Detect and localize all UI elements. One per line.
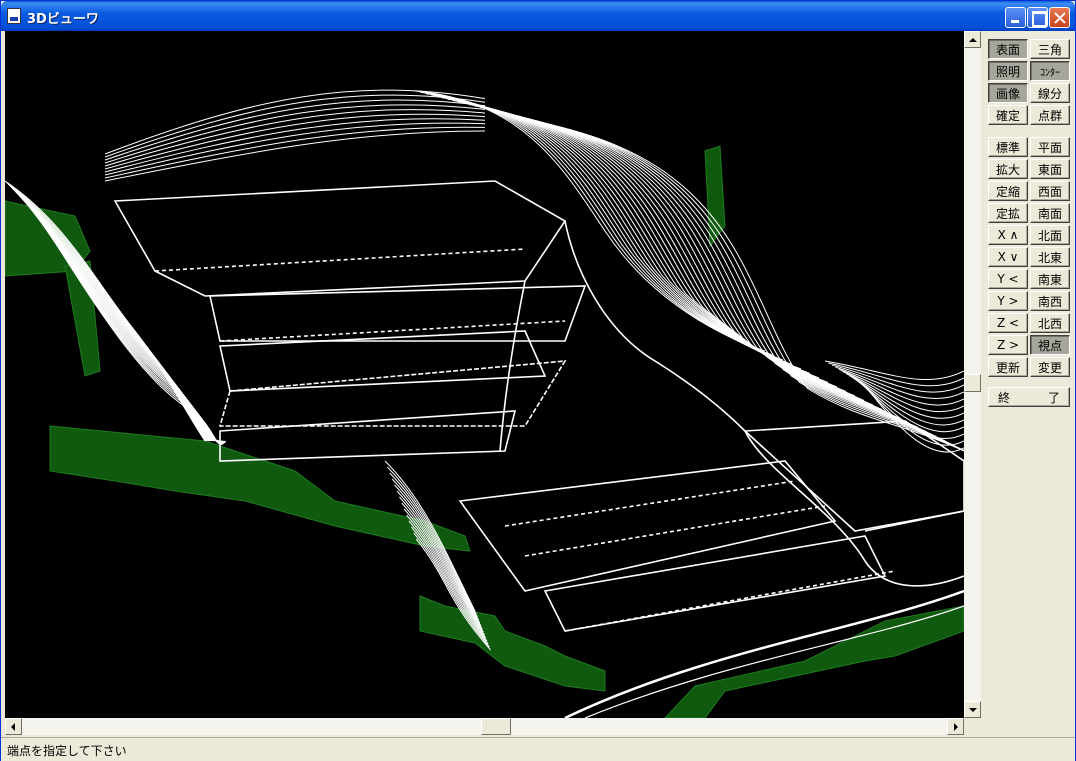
contour-line	[452, 99, 829, 383]
scroll-right-button[interactable]	[947, 718, 964, 735]
contour-line	[104, 122, 486, 176]
contour-line	[495, 110, 901, 419]
east-button[interactable]: 東面	[1030, 159, 1070, 179]
contour-line	[436, 95, 802, 370]
contour-line	[104, 94, 486, 158]
horizontal-scrollbar[interactable]	[5, 718, 964, 735]
z-right-button[interactable]: Z >	[988, 335, 1028, 355]
viewpoint-button[interactable]: 視点	[1030, 335, 1070, 355]
arrow-right-icon	[954, 723, 962, 731]
fixed-enlarge-button[interactable]: 定拡	[988, 203, 1028, 223]
exit-button[interactable]: 終了	[988, 387, 1070, 407]
y-left-button[interactable]: Y <	[988, 269, 1028, 289]
contour-line	[458, 101, 838, 388]
arrow-down-icon	[969, 708, 977, 716]
point-cloud-button[interactable]: 点群	[1030, 105, 1070, 125]
confirm-button[interactable]: 確定	[988, 105, 1028, 125]
contour-line	[831, 364, 964, 393]
northeast-button[interactable]: 北東	[1030, 247, 1070, 267]
app-icon[interactable]	[7, 8, 21, 24]
triangle-button[interactable]: 三角	[1030, 39, 1070, 59]
horizontal-scroll-thumb[interactable]	[481, 718, 511, 735]
scroll-down-button[interactable]	[964, 701, 981, 718]
segment-button[interactable]: 線分	[1030, 83, 1070, 103]
window-title: 3Dビューワ	[27, 12, 99, 27]
exit-label-left: 終	[998, 390, 1011, 405]
x-down-button[interactable]: X ∨	[988, 247, 1028, 267]
arrow-up-icon	[969, 34, 977, 42]
x-up-button[interactable]: X ∧	[988, 225, 1028, 245]
title-bar[interactable]: 3Dビューワ	[1, 1, 1075, 31]
image-button[interactable]: 画像	[988, 83, 1028, 103]
exit-label-right: 了	[1047, 390, 1060, 405]
contour-line	[104, 130, 486, 182]
contour-line	[544, 122, 964, 452]
contour-line	[463, 102, 847, 392]
contour-line	[485, 108, 883, 410]
control-panel: 表面 三角 照明 ｺﾝﾀｰ 画像 線分 確定 点群 標準 平面 拡大 東面 定縮 西面 定拡 南面 X ∧ 北面 X…	[981, 31, 1075, 736]
contour-line	[425, 93, 784, 361]
west-button[interactable]: 西面	[1030, 181, 1070, 201]
plan-button[interactable]: 平面	[1030, 137, 1070, 157]
scrollbar-corner	[964, 718, 981, 735]
scroll-up-button[interactable]	[964, 31, 981, 48]
contour-line	[468, 104, 856, 397]
vertical-scrollbar[interactable]	[964, 31, 981, 718]
arrow-left-icon	[7, 723, 15, 731]
status-bar: 端点を指定して下さい	[1, 737, 1075, 761]
contour-button[interactable]: ｺﾝﾀｰ	[1030, 61, 1070, 81]
southeast-button[interactable]: 南東	[1030, 269, 1070, 289]
lighting-button[interactable]: 照明	[988, 61, 1028, 81]
3d-terrain-viewport[interactable]	[5, 31, 964, 718]
fixed-shrink-button[interactable]: 定縮	[988, 181, 1028, 201]
minimize-button[interactable]	[1005, 7, 1026, 28]
southwest-button[interactable]: 南西	[1030, 291, 1070, 311]
zoom-in-button[interactable]: 拡大	[988, 159, 1028, 179]
northwest-button[interactable]: 北西	[1030, 313, 1070, 333]
z-left-button[interactable]: Z <	[988, 313, 1028, 333]
close-button[interactable]	[1049, 7, 1070, 28]
contour-line	[447, 98, 820, 379]
y-right-button[interactable]: Y >	[988, 291, 1028, 311]
app-window: 3Dビューワ 表面 三角 照明 ｺﾝﾀｰ 画像 線分 確定 点群 標準 平面 拡…	[0, 0, 1076, 761]
north-button[interactable]: 北面	[1030, 225, 1070, 245]
contour-line	[490, 109, 892, 415]
update-button[interactable]: 更新	[988, 357, 1028, 377]
status-message: 端点を指定して下さい	[7, 744, 127, 758]
terrain-render	[5, 89, 964, 718]
contour-line	[104, 89, 486, 155]
change-button[interactable]: 変更	[1030, 357, 1070, 377]
standard-button[interactable]: 標準	[988, 137, 1028, 157]
south-button[interactable]: 南面	[1030, 203, 1070, 223]
surface-button[interactable]: 表面	[988, 39, 1028, 59]
scroll-left-button[interactable]	[5, 718, 22, 735]
vertical-scroll-thumb[interactable]	[964, 374, 981, 392]
maximize-button[interactable]	[1027, 7, 1048, 28]
